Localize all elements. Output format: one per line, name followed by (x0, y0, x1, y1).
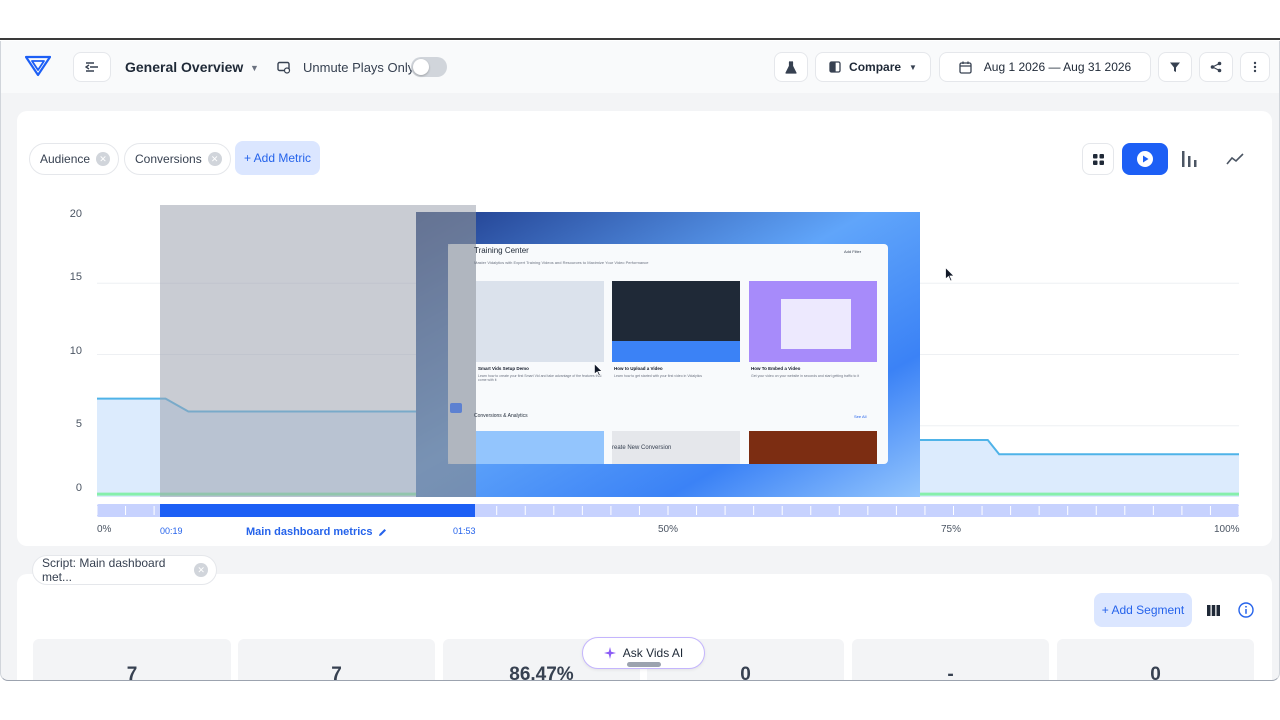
preview-see-all: See All (854, 414, 867, 419)
preview-card-title: Smart Vids Setup Demo (478, 366, 529, 371)
preview-title: Training Center (474, 246, 529, 255)
metric-value: 7 (33, 639, 231, 680)
metric-value: 7 (238, 639, 435, 680)
info-button[interactable] (1233, 595, 1259, 625)
preview-card-title: How To Embed a Video (751, 366, 801, 371)
segment-name[interactable]: Main dashboard metrics (246, 526, 387, 538)
preview-card-desc: Get your video on your website in second… (751, 374, 860, 378)
remove-icon[interactable]: ✕ (194, 563, 208, 577)
segment-filter-pill[interactable]: Script: Main dashboard met... ✕ (32, 555, 217, 585)
preview-subtitle: Master Vidalytics with Expert Training V… (474, 260, 649, 265)
preview-card2-caption: reate New Conversion (612, 445, 672, 451)
metric-value: - (852, 639, 1049, 680)
columns-icon (1206, 604, 1220, 616)
x-tick-label: 50% (658, 524, 679, 535)
screen-bottom-margin (0, 682, 1280, 720)
screen-top-margin (0, 0, 1280, 40)
columns-button[interactable] (1199, 595, 1227, 625)
timeline-segment[interactable] (160, 504, 475, 517)
mouse-cursor-icon (594, 363, 603, 377)
metric-value: 0 (1057, 639, 1254, 680)
preview-card-desc: Learn how to get started with your first… (614, 374, 703, 378)
segment-end-time: 01:53 (453, 526, 476, 536)
preview-section-title: Conversions & Analytics (474, 413, 528, 419)
segment-label: Main dashboard metrics (246, 526, 373, 538)
info-icon (1238, 602, 1254, 618)
x-tick-label: 100% (1214, 524, 1240, 535)
edit-pencil-icon[interactable] (378, 528, 387, 537)
segment-start-time: 00:19 (160, 526, 183, 536)
add-segment-button[interactable]: + Add Segment (1094, 593, 1192, 627)
x-tick-label: 75% (941, 524, 962, 535)
segment-filter-label: Script: Main dashboard met... (42, 556, 166, 584)
app-window: General Overview ▼ Unmute Plays Only Com… (0, 41, 1280, 681)
x-tick-label: 0% (97, 524, 112, 535)
preview-card-title: How to Upload a Video (614, 366, 663, 371)
preview-add-filter: Add Filter (844, 249, 862, 254)
sparkle-icon (603, 647, 616, 659)
preview-card-desc: Learn how to create your first Smart Vid… (478, 374, 602, 382)
mouse-cursor-icon (945, 267, 955, 282)
ask-ai-label: Ask Vids AI (622, 646, 684, 660)
drag-handle[interactable] (627, 662, 661, 667)
